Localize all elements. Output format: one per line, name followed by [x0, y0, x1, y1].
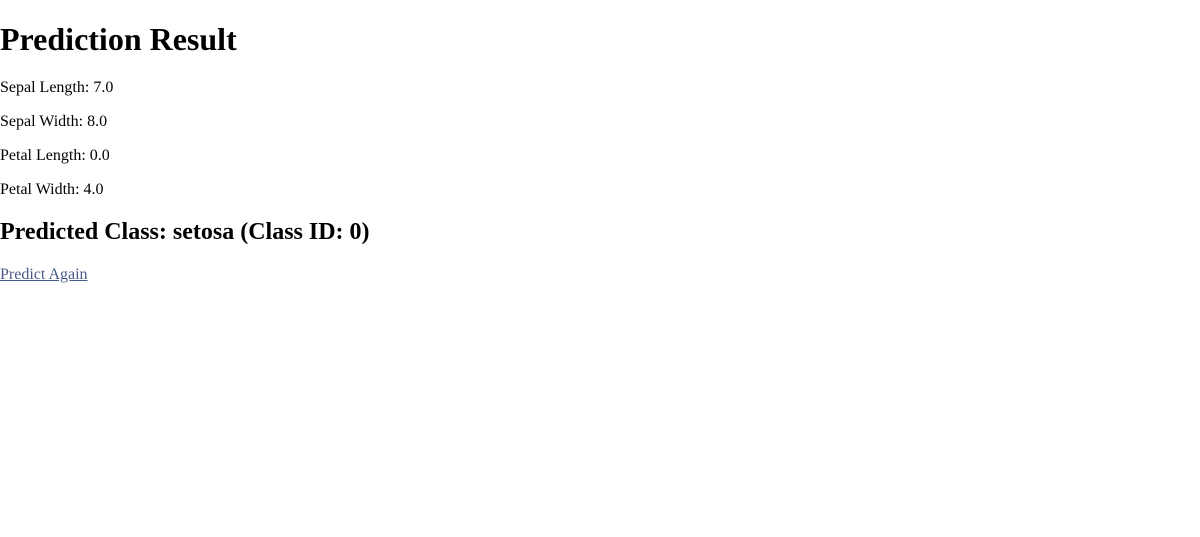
petal-length-label: Petal Length — [0, 147, 81, 164]
predicted-class-prefix: Predicted Class: — [0, 219, 173, 245]
petal-length-value: 0.0 — [90, 147, 110, 164]
page-title: Prediction Result — [0, 21, 1200, 58]
predicted-class-heading: Predicted Class: setosa (Class ID: 0) — [0, 219, 1200, 246]
predict-again-link[interactable]: Predict Again — [0, 266, 88, 283]
predicted-class-id-suffix: ) — [362, 219, 370, 245]
sepal-length-row: Sepal Length: 7.0 — [0, 79, 1200, 97]
sepal-length-label: Sepal Length — [0, 79, 85, 96]
petal-length-row: Petal Length: 0.0 — [0, 147, 1200, 165]
petal-width-value: 4.0 — [84, 181, 104, 198]
predicted-class-id-prefix: (Class ID: — [234, 219, 349, 245]
sepal-width-value: 8.0 — [87, 113, 107, 130]
sepal-width-row: Sepal Width: 8.0 — [0, 113, 1200, 131]
predicted-class-id: 0 — [350, 219, 362, 245]
predicted-class-name: setosa — [173, 219, 234, 245]
sepal-length-value: 7.0 — [93, 79, 113, 96]
sepal-width-label: Sepal Width — [0, 113, 79, 130]
petal-width-row: Petal Width: 4.0 — [0, 181, 1200, 199]
petal-width-label: Petal Width — [0, 181, 75, 198]
